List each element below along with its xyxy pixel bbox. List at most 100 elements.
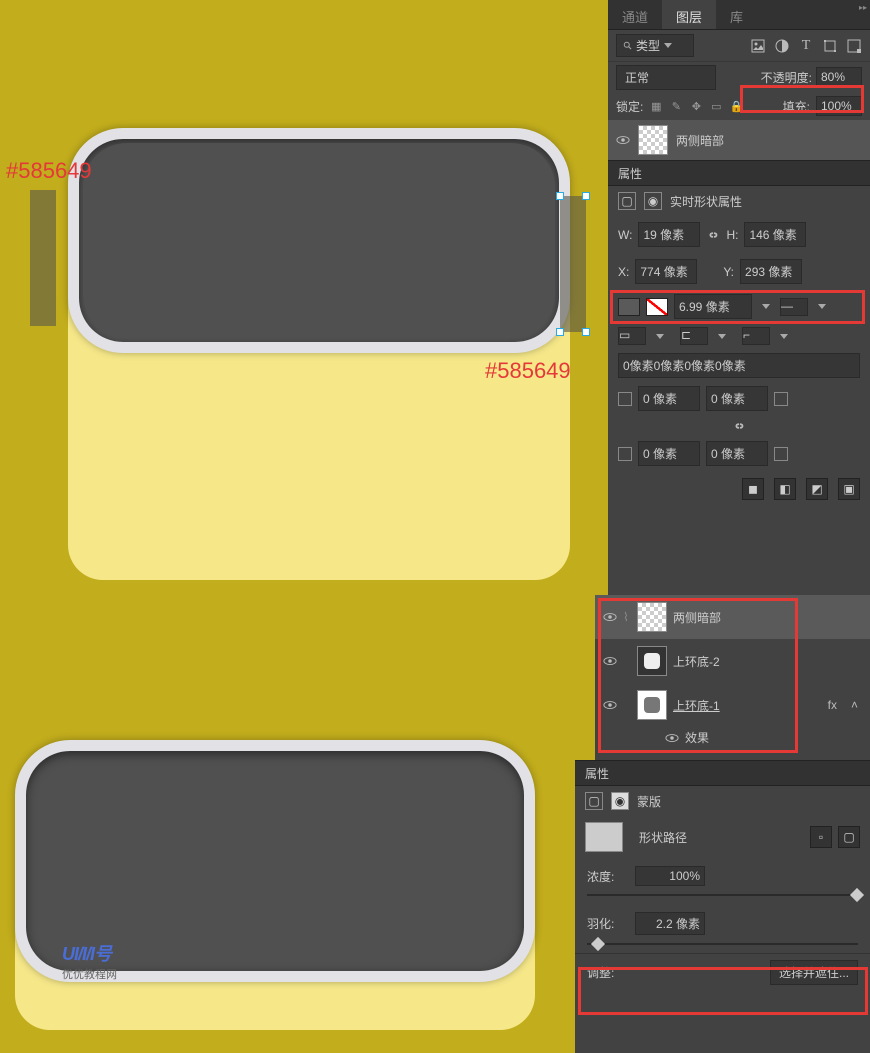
chevron-down-icon[interactable] [656, 334, 664, 339]
height-input[interactable]: 146 像素 [744, 222, 806, 247]
feather-label: 羽化: [587, 915, 627, 932]
stroke-swatch[interactable] [646, 298, 668, 316]
mask-thumbnail[interactable] [585, 822, 623, 852]
filter-shape-icon[interactable] [822, 38, 838, 54]
feather-input[interactable]: 2.2 像素 [635, 912, 705, 935]
lock-all-icon[interactable]: 🔒 [729, 99, 743, 113]
layer-name[interactable]: 上环底-2 [673, 653, 720, 670]
canvas-bottom: UI/I/I号优优教程网 [0, 595, 575, 1053]
radius-tr-input[interactable]: 0 像素 [706, 386, 768, 411]
x-input[interactable]: 774 像素 [635, 259, 697, 284]
transform-handle[interactable] [556, 328, 564, 336]
corner-tl-icon[interactable] [618, 392, 632, 406]
opacity-label: 不透明度: [761, 69, 812, 86]
feather-slider[interactable] [587, 943, 858, 945]
fx-badge[interactable]: fx [828, 698, 837, 712]
visibility-toggle[interactable] [665, 731, 679, 745]
corner-br-icon[interactable] [774, 447, 788, 461]
transform-handle[interactable] [582, 192, 590, 200]
layer-thumbnail[interactable] [637, 690, 667, 720]
lock-transparency-icon[interactable]: ▦ [649, 99, 663, 113]
path-intersect-icon[interactable]: ◩ [806, 478, 828, 500]
panel-tabs: 通道 图层 库 [608, 0, 870, 30]
fill-input[interactable]: 100% [816, 96, 862, 116]
filter-text-icon[interactable]: T [798, 38, 814, 54]
adjust-label: 调整: [587, 964, 614, 981]
select-mask-button[interactable]: 选择并遮住... [770, 960, 858, 985]
filter-adjustment-icon[interactable] [774, 38, 790, 54]
fill-swatch[interactable] [618, 298, 640, 316]
mask-mode-icon[interactable]: ◉ [611, 792, 629, 810]
layer-thumbnail[interactable] [637, 602, 667, 632]
mask-add-icon[interactable]: ▫ [810, 826, 832, 848]
link-icon[interactable]: ⌇ [623, 610, 631, 624]
properties-header: 属性 [575, 760, 870, 786]
feather-slider-row [575, 943, 870, 953]
layer-item[interactable]: ⌇ 两侧暗部 [595, 595, 870, 639]
density-slider[interactable] [587, 894, 858, 896]
stroke-join-select[interactable]: ⌐ [742, 327, 770, 345]
lock-pixels-icon[interactable]: ✎ [669, 99, 683, 113]
stroke-style-select[interactable]: — [780, 298, 808, 316]
layer-item[interactable]: 上环底-2 [595, 639, 870, 683]
tab-channels[interactable]: 通道 [608, 0, 662, 29]
radius-combined-input[interactable]: 0像素0像素0像素0像素 [618, 353, 860, 378]
mask-type-row: ▢ ◉ 蒙版 [575, 786, 870, 816]
visibility-toggle[interactable] [603, 654, 617, 668]
transform-handle[interactable] [556, 192, 564, 200]
layer-item[interactable]: 上环底-1 fx ˄ [595, 683, 870, 727]
layer-thumbnail[interactable] [637, 646, 667, 676]
transform-handle[interactable] [582, 328, 590, 336]
link-corners-icon[interactable] [732, 419, 746, 433]
layers-panel: ▸▸ 通道 图层 库 类型 T 正常 不透明度: 80% 锁定: ▦ ✎ ✥ ▭ [608, 0, 870, 595]
chevron-down-icon[interactable] [818, 304, 826, 309]
mask-subtitle: 蒙版 [637, 793, 661, 810]
shape-icon: ▢ [585, 792, 603, 810]
fill-stroke-row: 6.99 像素 — [608, 290, 870, 323]
path-exclude-icon[interactable]: ▣ [838, 478, 860, 500]
chevron-up-icon[interactable]: ˄ [851, 698, 858, 712]
radius-bl-input[interactable]: 0 像素 [638, 441, 700, 466]
radius-tl-input[interactable]: 0 像素 [638, 386, 700, 411]
link-wh-icon[interactable] [706, 228, 720, 242]
tab-library[interactable]: 库 [716, 0, 757, 29]
opacity-input[interactable]: 80% [816, 67, 862, 87]
path-combine-icon[interactable]: ◼ [742, 478, 764, 500]
stroke-align-row: ▭ ⊏ ⌐ [608, 323, 870, 349]
chevron-down-icon[interactable] [718, 334, 726, 339]
layer-name[interactable]: 上环底-1 [673, 697, 720, 714]
width-input[interactable]: 19 像素 [638, 222, 700, 247]
stroke-width-input[interactable]: 6.99 像素 [674, 294, 752, 319]
density-input[interactable]: 100% [635, 866, 705, 886]
visibility-toggle[interactable] [603, 610, 617, 624]
stroke-align-select[interactable]: ▭ [618, 327, 646, 345]
layer-effects-row[interactable]: 效果 [595, 727, 870, 752]
filter-pixel-icon[interactable] [750, 38, 766, 54]
blend-mode-select[interactable]: 正常 [616, 65, 716, 90]
tab-layers[interactable]: 图层 [662, 0, 716, 29]
corner-top-row: 0 像素 0 像素 [608, 382, 870, 415]
stroke-cap-select[interactable]: ⊏ [680, 327, 708, 345]
radius-br-input[interactable]: 0 像素 [706, 441, 768, 466]
corner-tr-icon[interactable] [774, 392, 788, 406]
lock-position-icon[interactable]: ✥ [689, 99, 703, 113]
mask-subtract-icon[interactable]: ▢ [838, 826, 860, 848]
layer-item[interactable]: 两侧暗部 [608, 120, 870, 160]
side-dark-rect-right-selected[interactable] [560, 196, 586, 332]
chevron-down-icon[interactable] [762, 304, 770, 309]
chevron-down-icon[interactable] [780, 334, 788, 339]
visibility-toggle[interactable] [616, 133, 630, 147]
lock-artboard-icon[interactable]: ▭ [709, 99, 723, 113]
filter-smartobject-icon[interactable] [846, 38, 862, 54]
y-input[interactable]: 293 像素 [740, 259, 802, 284]
layer-thumbnail[interactable] [638, 125, 668, 155]
panel-menu-icon[interactable]: ▸▸ [859, 3, 867, 12]
corner-bl-icon[interactable] [618, 447, 632, 461]
layer-name[interactable]: 两侧暗部 [673, 609, 721, 626]
corner-bottom-row: 0 像素 0 像素 [608, 437, 870, 470]
filter-type-select[interactable]: 类型 [616, 34, 694, 57]
path-subtract-icon[interactable]: ◧ [774, 478, 796, 500]
layer-name[interactable]: 两侧暗部 [676, 132, 724, 149]
visibility-toggle[interactable] [603, 698, 617, 712]
density-row: 浓度: 100% [575, 858, 870, 894]
